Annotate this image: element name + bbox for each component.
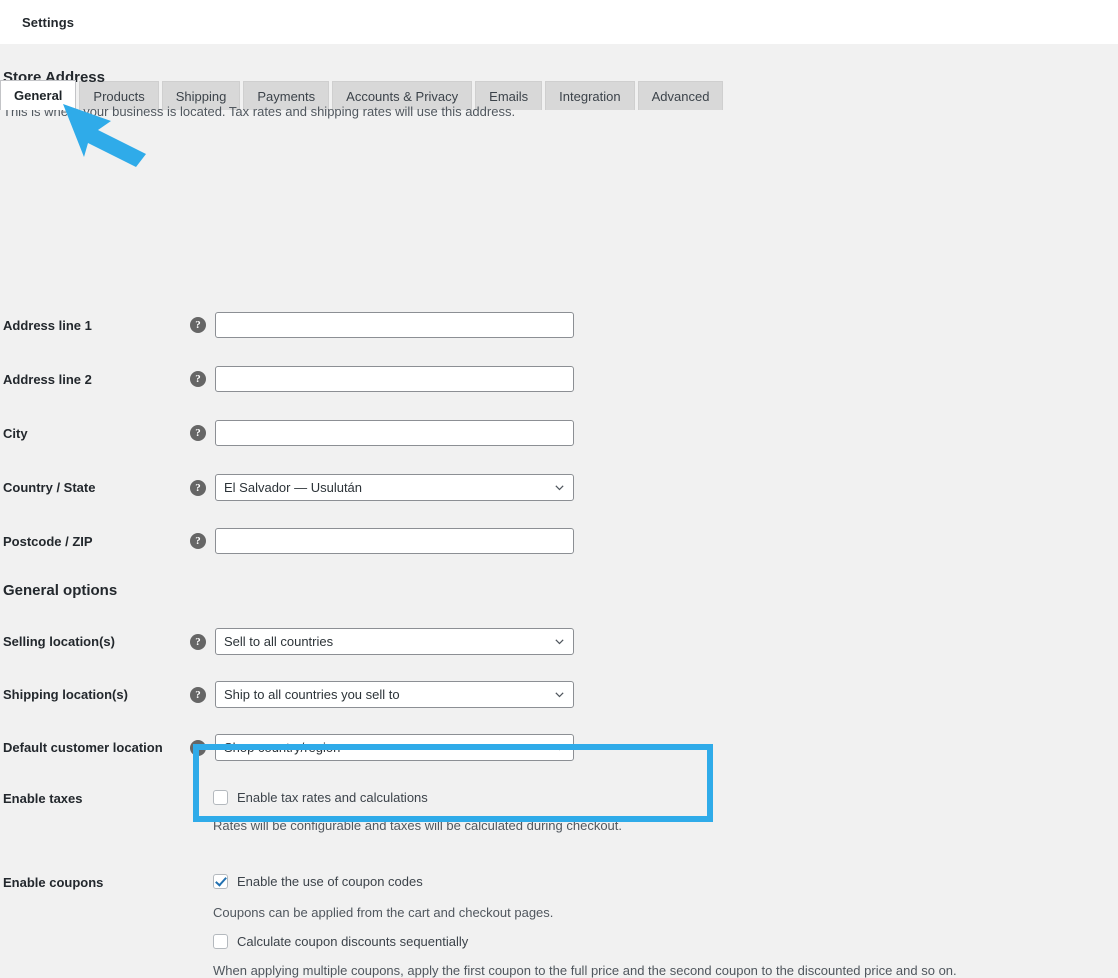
select-selling-locations-value: Sell to all countries xyxy=(224,634,334,649)
general-options-heading: General options xyxy=(3,582,118,599)
description-enable-coupons: Coupons can be applied from the cart and… xyxy=(213,905,554,920)
checkbox-label-enable-taxes: Enable tax rates and calculations xyxy=(237,790,428,805)
help-icon-country-state[interactable]: ? xyxy=(190,479,206,496)
label-shipping-locations: Shipping location(s) xyxy=(3,687,128,702)
label-enable-taxes: Enable taxes xyxy=(3,791,83,806)
checkbox-sequential-coupons[interactable] xyxy=(213,934,228,949)
select-shipping-locations[interactable]: Ship to all countries you sell to xyxy=(215,681,574,708)
tab-integration[interactable]: Integration xyxy=(545,81,635,110)
select-default-customer-location-value: Shop country/region xyxy=(224,740,341,755)
input-postcode-zip[interactable] xyxy=(215,528,574,554)
tab-general[interactable]: General xyxy=(0,80,77,110)
row-address-line-1: Address line 1 ? xyxy=(0,312,574,338)
label-default-customer-location: Default customer location xyxy=(3,740,163,755)
label-address-line-1: Address line 1 xyxy=(3,317,92,333)
input-address-line-1[interactable] xyxy=(215,312,574,338)
chevron-down-icon xyxy=(555,639,564,645)
chevron-down-icon xyxy=(555,692,564,698)
label-country-state: Country / State xyxy=(3,480,96,495)
input-address-line-2[interactable] xyxy=(215,366,574,392)
row-default-customer-location: Default customer location ? Shop country… xyxy=(0,734,574,761)
label-address-line-2: Address line 2 xyxy=(3,371,92,387)
select-default-customer-location[interactable]: Shop country/region xyxy=(215,734,574,761)
chevron-down-icon xyxy=(555,485,564,491)
select-shipping-locations-value: Ship to all countries you sell to xyxy=(224,687,400,702)
help-icon-default-customer-location[interactable]: ? xyxy=(190,739,206,756)
row-address-line-2: Address line 2 ? xyxy=(0,366,574,392)
help-icon-selling-locations[interactable]: ? xyxy=(190,633,206,650)
input-city[interactable] xyxy=(215,420,574,446)
description-enable-taxes: Rates will be configurable and taxes wil… xyxy=(213,818,623,833)
help-icon-postcode-zip[interactable]: ? xyxy=(190,533,206,549)
select-country-state-value: El Salvador — Usulután xyxy=(224,480,363,495)
help-icon-city[interactable]: ? xyxy=(190,425,206,441)
checkbox-label-enable-coupons: Enable the use of coupon codes xyxy=(237,874,423,889)
help-icon-address-line-2[interactable]: ? xyxy=(190,371,206,387)
label-selling-locations: Selling location(s) xyxy=(3,634,115,649)
top-header-bar: Settings xyxy=(0,0,1118,44)
select-selling-locations[interactable]: Sell to all countries xyxy=(215,628,574,655)
checkbox-row-sequential-coupons[interactable]: Calculate coupon discounts sequentially xyxy=(213,934,468,949)
help-icon-address-line-1[interactable]: ? xyxy=(190,317,206,333)
row-city: City ? xyxy=(0,420,574,446)
row-postcode-zip: Postcode / ZIP ? xyxy=(0,528,574,554)
checkbox-enable-taxes[interactable] xyxy=(213,790,228,805)
row-country-state: Country / State ? El Salvador — Usulután xyxy=(0,474,574,501)
label-city: City xyxy=(3,425,28,441)
checkbox-row-enable-coupons[interactable]: Enable the use of coupon codes xyxy=(213,874,423,889)
tab-advanced[interactable]: Advanced xyxy=(637,81,724,110)
label-postcode-zip: Postcode / ZIP xyxy=(3,533,93,549)
checkbox-label-sequential-coupons: Calculate coupon discounts sequentially xyxy=(237,934,469,949)
label-enable-coupons: Enable coupons xyxy=(3,875,104,890)
store-address-description: This is where your business is located. … xyxy=(3,104,516,119)
select-country-state[interactable]: El Salvador — Usulután xyxy=(215,474,574,501)
row-selling-locations: Selling location(s) ? Sell to all countr… xyxy=(0,628,574,655)
help-icon-shipping-locations[interactable]: ? xyxy=(190,686,206,703)
settings-tabs-region: General Products Shipping Payments Accounts … xyxy=(0,44,1118,110)
checkbox-row-enable-taxes[interactable]: Enable tax rates and calculations xyxy=(213,790,428,805)
description-sequential-coupons: When applying multiple coupons, apply th… xyxy=(213,963,957,978)
page-title: Settings xyxy=(22,14,75,30)
chevron-down-icon xyxy=(555,745,564,751)
checkbox-enable-coupons[interactable] xyxy=(213,874,228,889)
row-shipping-locations: Shipping location(s) ? Ship to all count… xyxy=(0,681,574,708)
